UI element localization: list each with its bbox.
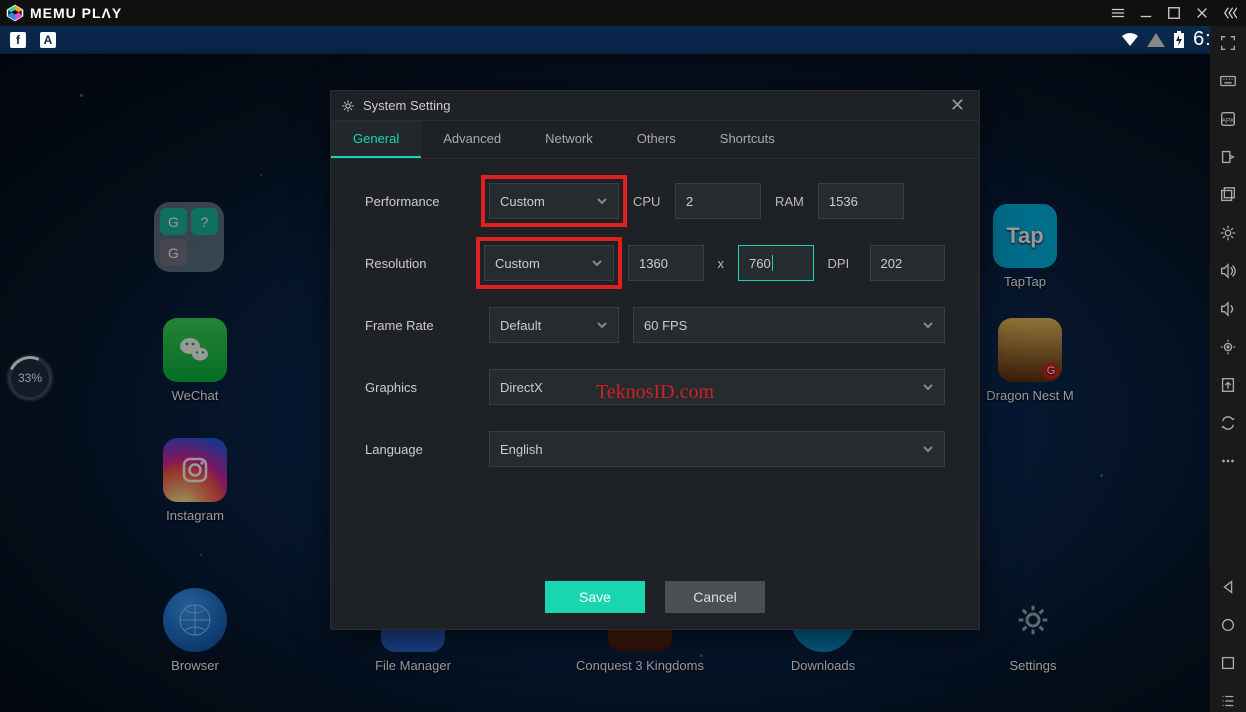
maximize-button[interactable] (1164, 3, 1184, 23)
cancel-button[interactable]: Cancel (665, 581, 765, 613)
resolution-height-input[interactable]: 760 (738, 245, 813, 281)
tab-advanced[interactable]: Advanced (421, 121, 523, 158)
ram-label: RAM (775, 194, 804, 209)
app-title: MEMU PLΛY (30, 5, 122, 21)
battery-charging-icon (1173, 31, 1185, 49)
nav-back-icon[interactable] (1217, 576, 1239, 598)
tab-general[interactable]: General (331, 121, 421, 158)
dpi-label: DPI (828, 256, 856, 271)
framerate-label: Frame Rate (365, 318, 475, 333)
resolution-x-label: x (718, 256, 725, 271)
save-button[interactable]: Save (545, 581, 645, 613)
dialog-footer: Save Cancel (331, 565, 979, 629)
titlebar: MEMU PLΛY (0, 0, 1246, 26)
volume-down-icon[interactable] (1217, 298, 1239, 320)
list-icon[interactable] (1217, 690, 1239, 712)
wifi-icon (1121, 33, 1139, 47)
tab-network[interactable]: Network (523, 121, 615, 158)
app-logo: MEMU PLΛY (6, 4, 122, 22)
facebook-notif-icon[interactable]: f (10, 32, 26, 48)
tab-shortcuts[interactable]: Shortcuts (698, 121, 797, 158)
chevron-down-icon (591, 257, 603, 269)
ram-input[interactable]: 1536 (818, 183, 904, 219)
minimize-button[interactable] (1136, 3, 1156, 23)
performance-label: Performance (365, 194, 475, 209)
svg-text:APK: APK (1222, 118, 1235, 125)
text-cursor (772, 255, 773, 271)
dialog-title: System Setting (363, 98, 450, 113)
highlight-resolution-select: Custom (478, 239, 620, 287)
rotate-icon[interactable] (1217, 146, 1239, 168)
apk-icon[interactable]: APK (1217, 108, 1239, 130)
multi-instance-icon[interactable] (1217, 184, 1239, 206)
fullscreen-icon[interactable] (1217, 32, 1239, 54)
graphics-select[interactable]: DirectX (489, 369, 945, 405)
select-value: Default (500, 318, 541, 333)
right-toolbar: APK (1210, 26, 1246, 712)
more-icon[interactable] (1217, 450, 1239, 472)
settings-icon[interactable] (1217, 222, 1239, 244)
system-setting-dialog: System Setting ✕ General Advanced Networ… (330, 90, 980, 630)
dialog-titlebar: System Setting ✕ (331, 91, 979, 121)
volume-up-icon[interactable] (1217, 260, 1239, 282)
android-statusbar: f A 6:03 (0, 26, 1246, 54)
expand-right-icon[interactable] (1220, 3, 1240, 23)
chevron-down-icon (596, 319, 608, 331)
close-button[interactable] (1192, 3, 1212, 23)
cpu-label: CPU (633, 194, 661, 209)
nav-home-icon[interactable] (1217, 614, 1239, 636)
watermark-text: TeknosID.com (596, 381, 714, 404)
performance-select[interactable]: Custom (489, 183, 619, 219)
chevron-down-icon (596, 195, 608, 207)
select-value: Custom (500, 194, 545, 209)
desktop[interactable]: G?G 33% WeChat Instagram Browser File Ma… (0, 54, 1210, 712)
tab-others[interactable]: Others (615, 121, 698, 158)
chevron-down-icon (922, 443, 934, 455)
app-notif-icon[interactable]: A (40, 32, 56, 48)
framerate-mode-select[interactable]: Default (489, 307, 619, 343)
resolution-width-input[interactable]: 1360 (628, 245, 703, 281)
framerate-fps-select[interactable]: 60 FPS (633, 307, 945, 343)
row-resolution: Resolution Custom 1360 x 760 DPI 202 (365, 245, 945, 281)
file-share-icon[interactable] (1217, 374, 1239, 396)
dialog-close-button[interactable]: ✕ (946, 95, 969, 116)
highlight-performance-select: Custom (483, 177, 625, 225)
select-value: Custom (495, 256, 540, 271)
chevron-down-icon (922, 319, 934, 331)
language-select[interactable]: English (489, 431, 945, 467)
sync-icon[interactable] (1217, 412, 1239, 434)
resolution-label: Resolution (365, 256, 470, 271)
gear-icon (341, 99, 355, 113)
graphics-label: Graphics (365, 380, 475, 395)
location-icon[interactable] (1217, 336, 1239, 358)
signal-icon (1147, 33, 1165, 47)
cpu-input[interactable]: 2 (675, 183, 761, 219)
select-value: DirectX (500, 380, 543, 395)
row-framerate: Frame Rate Default 60 FPS (365, 307, 945, 343)
nav-recent-icon[interactable] (1217, 652, 1239, 674)
chevron-down-icon (922, 381, 934, 393)
tabs: General Advanced Network Others Shortcut… (331, 121, 979, 159)
row-language: Language English (365, 431, 945, 467)
menu-button[interactable] (1108, 3, 1128, 23)
row-performance: Performance Custom CPU 2 RAM 1536 (365, 183, 945, 219)
select-value: 60 FPS (644, 318, 687, 333)
language-label: Language (365, 442, 475, 457)
resolution-select[interactable]: Custom (484, 245, 614, 281)
dpi-input[interactable]: 202 (870, 245, 945, 281)
keymap-icon[interactable] (1217, 70, 1239, 92)
select-value: English (500, 442, 543, 457)
memu-logo-icon (6, 4, 24, 22)
